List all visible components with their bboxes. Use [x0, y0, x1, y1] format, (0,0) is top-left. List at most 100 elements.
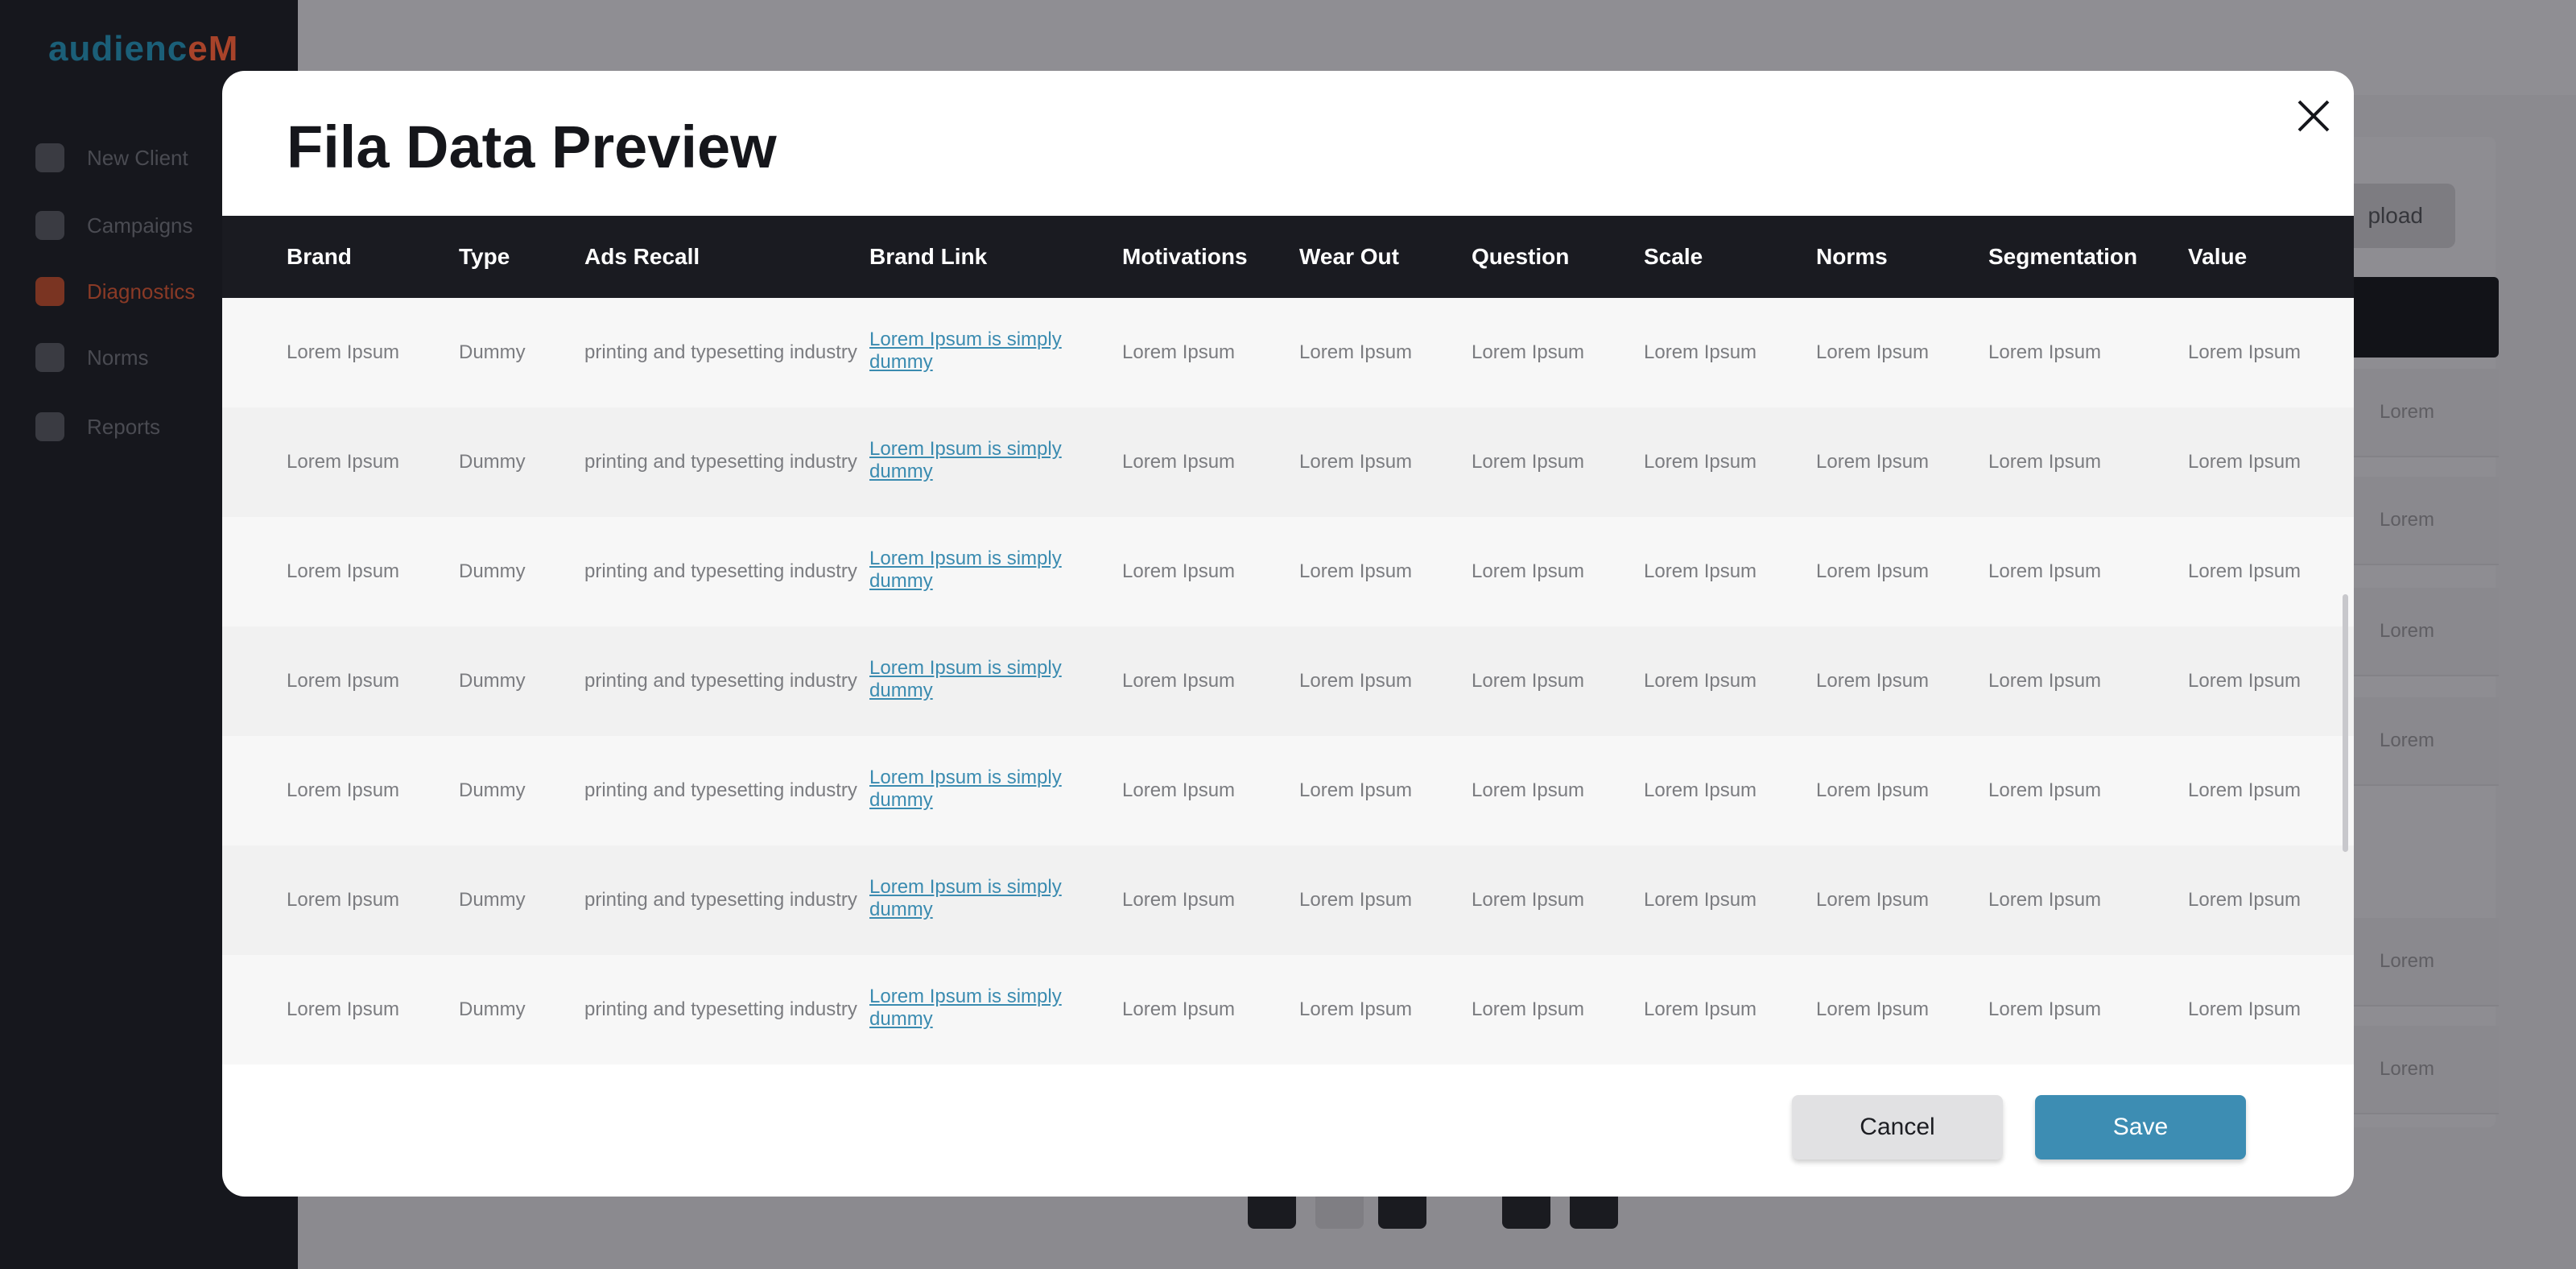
table-cell: Dummy: [459, 451, 526, 473]
table-cell: Lorem Ipsum: [2188, 889, 2301, 911]
table-cell: printing and typesetting industry: [584, 560, 857, 582]
table-row: Lorem Ipsum Dummy printing and typesetting…: [222, 298, 2354, 407]
table-cell: Lorem Ipsum: [1816, 670, 1930, 692]
table-cell: Lorem Ipsum: [1299, 670, 1413, 692]
table-cell: Lorem Ipsum: [2188, 341, 2301, 363]
table-cell: Lorem Ipsum: [1472, 560, 1585, 582]
preview-table-container[interactable]: Brand Type Ads Recall Brand Link Motivations…: [222, 216, 2354, 1134]
diagnostics-icon: [35, 277, 64, 306]
table-cell: Lorem Ipsum is simply dummy: [869, 298, 1122, 407]
table-cell: Lorem Ipsum is simply dummy: [869, 626, 1122, 736]
table-cell: Lorem Ipsum: [1644, 341, 1757, 363]
column-header-ads-recall[interactable]: Ads Recall: [584, 216, 869, 298]
column-header-scale[interactable]: Scale: [1644, 216, 1816, 298]
table-cell: Lorem Ipsum: [287, 670, 400, 692]
table-cell: Lorem Ipsum: [1816, 998, 1930, 1020]
table-cell: Lorem Ipsum: [1816, 779, 1930, 801]
table-cell: Lorem Ipsum: [287, 779, 400, 801]
table-cell: Dummy: [459, 998, 526, 1020]
sidebar-item-label: New Client: [87, 145, 188, 170]
table-cell: Lorem Ipsum: [1816, 341, 1930, 363]
save-button[interactable]: Save: [2035, 1095, 2246, 1159]
table-cell: Lorem Ipsum: [1988, 341, 2102, 363]
sidebar-item-campaigns[interactable]: Campaigns: [35, 201, 193, 250]
table-cell: Lorem Ipsum: [1988, 670, 2102, 692]
table-cell: Lorem Ipsum: [1299, 341, 1413, 363]
table-cell: Lorem Ipsum: [1644, 560, 1757, 582]
table-row: Lorem Ipsum Dummy printing and typesetting…: [222, 626, 2354, 736]
brand-link[interactable]: Lorem Ipsum is simply dummy: [869, 767, 1114, 812]
sidebar-item-label: Reports: [87, 414, 161, 439]
campaign-icon: [35, 211, 64, 240]
table-row: Lorem Ipsum Dummy printing and typesetting…: [222, 955, 2354, 1064]
table-cell: Dummy: [459, 560, 526, 582]
table-cell: Lorem Ipsum is simply dummy: [869, 517, 1122, 626]
table-cell: Lorem Ipsum: [1299, 998, 1413, 1020]
sidebar-item-reports[interactable]: Reports: [35, 403, 160, 451]
table-cell: Lorem Ipsum: [1816, 889, 1930, 911]
table-cell: Lorem Ipsum: [1299, 451, 1413, 473]
table-cell: printing and typesetting industry: [584, 889, 857, 911]
table-cell: printing and typesetting industry: [584, 451, 857, 473]
table-cell: Lorem Ipsum: [2188, 779, 2301, 801]
brand-link[interactable]: Lorem Ipsum is simply dummy: [869, 548, 1114, 593]
brand-link[interactable]: Lorem Ipsum is simply dummy: [869, 329, 1114, 374]
table-cell: Lorem Ipsum is simply dummy: [869, 736, 1122, 845]
table-scrollbar[interactable]: [2343, 594, 2348, 852]
table-cell: printing and typesetting industry: [584, 341, 857, 363]
table-cell: Dummy: [459, 889, 526, 911]
table-cell: Lorem Ipsum: [1644, 451, 1757, 473]
table-header-row: Brand Type Ads Recall Brand Link Motivations…: [222, 216, 2354, 298]
sidebar-item-label: Norms: [87, 345, 149, 370]
table-cell: Lorem Ipsum: [2188, 670, 2301, 692]
column-header-segmentation[interactable]: Segmentation: [1988, 216, 2188, 298]
column-header-question[interactable]: Question: [1472, 216, 1644, 298]
table-cell: Lorem Ipsum: [1644, 889, 1757, 911]
sidebar-item-norms[interactable]: Norms: [35, 333, 149, 382]
table-cell: Lorem Ipsum: [287, 889, 400, 911]
table-cell: Lorem Ipsum: [1472, 889, 1585, 911]
column-header-type[interactable]: Type: [459, 216, 584, 298]
brand-link[interactable]: Lorem Ipsum is simply dummy: [869, 986, 1114, 1031]
column-header-norms[interactable]: Norms: [1816, 216, 1988, 298]
sidebar-item-new-client[interactable]: New Client: [35, 134, 188, 182]
table-cell: Lorem Ipsum: [1988, 779, 2102, 801]
table-cell: Lorem Ipsum: [2188, 451, 2301, 473]
table-cell: Lorem Ipsum: [287, 560, 400, 582]
data-preview-modal: Fila Data Preview Brand Type Ads Recall Bra…: [222, 71, 2354, 1197]
column-header-wear-out[interactable]: Wear Out: [1299, 216, 1472, 298]
table-cell: printing and typesetting industry: [584, 998, 857, 1020]
table-cell: Lorem Ipsum: [287, 451, 400, 473]
column-header-brand[interactable]: Brand: [222, 216, 459, 298]
table-cell: Lorem Ipsum: [1816, 451, 1930, 473]
table-cell: Lorem Ipsum: [1988, 451, 2102, 473]
table-cell: Lorem Ipsum: [1816, 560, 1930, 582]
column-header-value[interactable]: Value: [2188, 216, 2354, 298]
table-cell: printing and typesetting industry: [584, 670, 857, 692]
column-header-motivations[interactable]: Motivations: [1122, 216, 1299, 298]
cancel-button[interactable]: Cancel: [1792, 1095, 2003, 1159]
preview-table: Brand Type Ads Recall Brand Link Motivations…: [222, 216, 2354, 1064]
close-button[interactable]: [2291, 93, 2336, 138]
reports-icon: [35, 412, 64, 441]
table-cell: Lorem Ipsum: [1122, 560, 1236, 582]
logo-part-1: audienc: [48, 29, 188, 68]
table-row: Lorem Ipsum Dummy printing and typesetting…: [222, 407, 2354, 517]
table-cell: Lorem Ipsum: [287, 341, 400, 363]
sidebar-item-label: Campaigns: [87, 213, 193, 238]
table-cell: Lorem Ipsum is simply dummy: [869, 845, 1122, 955]
table-cell: printing and typesetting industry: [584, 779, 857, 801]
sidebar-item-label: Diagnostics: [87, 279, 196, 304]
table-cell: Dummy: [459, 341, 526, 363]
logo-part-2: eM: [188, 29, 239, 68]
sidebar-item-diagnostics[interactable]: Diagnostics: [35, 267, 195, 316]
norms-icon: [35, 343, 64, 372]
column-header-brand-link[interactable]: Brand Link: [869, 216, 1122, 298]
brand-link[interactable]: Lorem Ipsum is simply dummy: [869, 438, 1114, 483]
table-cell: Dummy: [459, 779, 526, 801]
brand-link[interactable]: Lorem Ipsum is simply dummy: [869, 657, 1114, 702]
table-row: Lorem Ipsum Dummy printing and typesetting…: [222, 736, 2354, 845]
table-cell: Lorem Ipsum: [1988, 889, 2102, 911]
table-cell: Lorem Ipsum: [1122, 779, 1236, 801]
brand-link[interactable]: Lorem Ipsum is simply dummy: [869, 876, 1114, 921]
